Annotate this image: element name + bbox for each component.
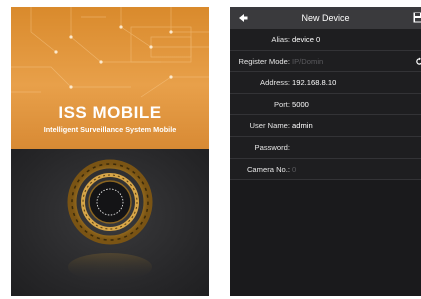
splash-logo-area bbox=[11, 149, 209, 296]
username-row[interactable]: User Name: admin bbox=[230, 115, 421, 137]
device-form: Alias: device 0 Register Mode: IP/Domin … bbox=[230, 29, 421, 181]
title-bar: New Device bbox=[230, 7, 421, 29]
password-label: Password: bbox=[254, 142, 290, 152]
splash-banner: ISS MOBILE Intelligent Surveillance Syst… bbox=[11, 7, 209, 149]
alias-row[interactable]: Alias: device 0 bbox=[230, 29, 421, 51]
alias-input[interactable]: device 0 bbox=[292, 35, 320, 44]
port-input[interactable]: 5000 bbox=[292, 100, 309, 109]
save-icon[interactable] bbox=[413, 12, 421, 23]
address-label: Address: bbox=[260, 78, 290, 88]
address-input[interactable]: 192.168.8.10 bbox=[292, 78, 336, 87]
camera-lens-emblem-icon bbox=[67, 159, 153, 281]
app-title: ISS MOBILE bbox=[58, 103, 162, 122]
page-title: New Device bbox=[301, 13, 350, 23]
username-input[interactable]: admin bbox=[292, 121, 313, 130]
address-row[interactable]: Address: 192.168.8.10 bbox=[230, 72, 421, 94]
splash-screen: ISS MOBILE Intelligent Surveillance Syst… bbox=[11, 7, 209, 296]
register-mode-row[interactable]: Register Mode: IP/Domin bbox=[230, 50, 421, 73]
refresh-icon[interactable] bbox=[415, 57, 421, 66]
camera-no-row[interactable]: Camera No.: 0 bbox=[230, 158, 421, 181]
empty-area bbox=[230, 183, 421, 296]
back-arrow-icon[interactable] bbox=[236, 11, 250, 25]
alias-label: Alias: bbox=[271, 35, 290, 44]
app-subtitle: Intelligent Surveillance System Mobile bbox=[43, 125, 177, 134]
port-label: Port: bbox=[273, 99, 290, 109]
username-label: User Name: bbox=[249, 121, 290, 131]
camera-no-input[interactable]: 0 bbox=[292, 165, 296, 174]
register-mode-select[interactable]: IP/Domin bbox=[292, 57, 323, 66]
register-mode-label: Register Mode: bbox=[238, 56, 291, 66]
camera-no-label: Camera No.: bbox=[246, 164, 290, 174]
new-device-screen: New Device Alias: device 0 Register Mode… bbox=[230, 7, 421, 296]
password-row[interactable]: Password: bbox=[230, 136, 421, 159]
port-row[interactable]: Port: 5000 bbox=[230, 93, 421, 116]
